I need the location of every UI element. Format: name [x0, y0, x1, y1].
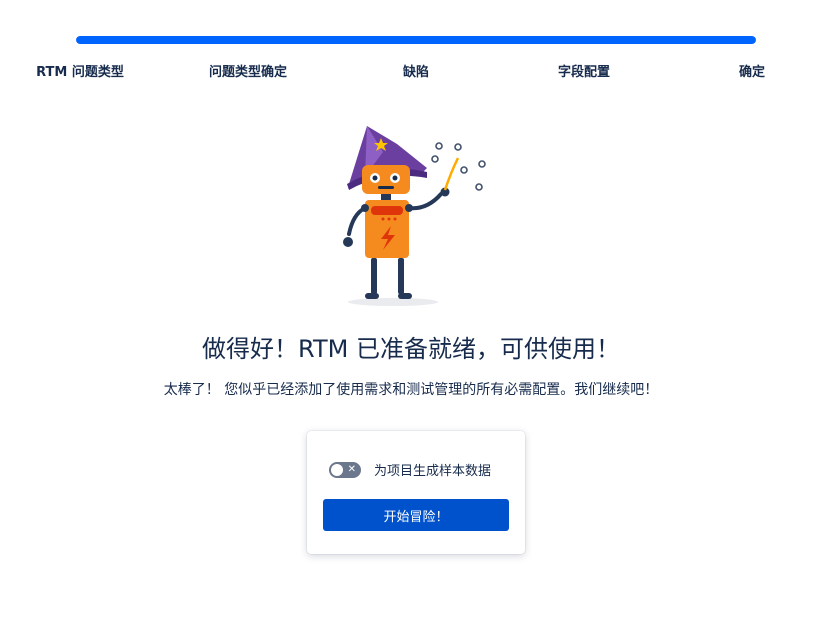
- sample-data-toggle[interactable]: ✕: [329, 461, 361, 478]
- sample-data-toggle-label: 为项目生成样本数据: [374, 464, 492, 479]
- step-field-config: 字段配置: [557, 65, 611, 80]
- step-issue-types-confirm: 问题类型确定: [208, 65, 288, 80]
- page-title: 做得好！RTM 已准备就绪，可供使用！: [202, 335, 620, 363]
- close-icon: ✕: [347, 463, 356, 475]
- toggle-knob: [331, 463, 343, 476]
- progress-steps: RTM 问题类型 问题类型确定 缺陷 字段配置 确定: [0, 61, 822, 81]
- start-adventure-button[interactable]: 开始冒险！: [323, 499, 509, 531]
- page-subtitle: 太棒了！ 您似乎已经添加了使用需求和测试管理的所有必需配置。我们继续吧！: [163, 382, 659, 398]
- step-defect: 缺陷: [402, 65, 430, 80]
- progress-bar-fill: [76, 36, 756, 44]
- start-card: ✕ 为项目生成样本数据 开始冒险！: [307, 431, 525, 554]
- wizard-robot-illustration: [325, 118, 500, 310]
- setup-complete-page: RTM 问题类型 问题类型确定 缺陷 字段配置 确定 做得好！RTM 已准备就绪…: [0, 0, 822, 643]
- step-rtm-issue-types: RTM 问题类型: [36, 65, 124, 80]
- step-confirm: 确定: [738, 65, 766, 80]
- sample-data-toggle-row: ✕ 为项目生成样本数据: [329, 460, 491, 479]
- progress-bar: [76, 36, 756, 44]
